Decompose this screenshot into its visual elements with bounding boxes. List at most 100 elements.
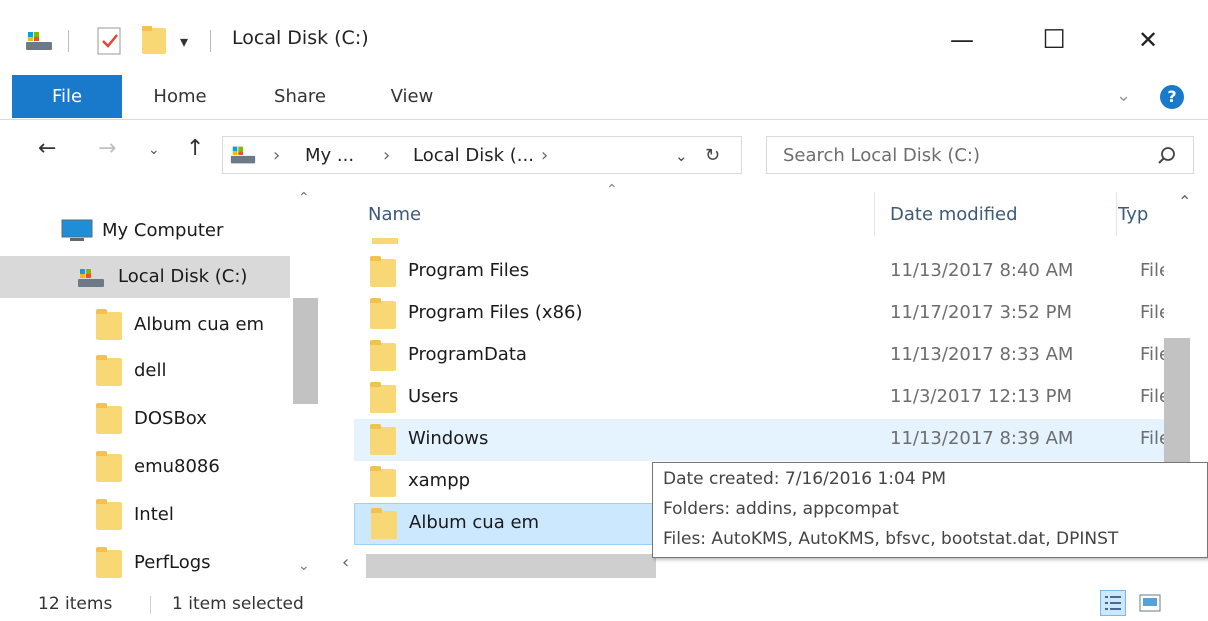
scroll-up-icon[interactable]: ⌃: [1178, 192, 1191, 211]
drive-icon[interactable]: [24, 30, 54, 52]
drive-icon: [229, 144, 257, 166]
details-view-icon[interactable]: [1100, 590, 1126, 616]
back-arrow-icon[interactable]: ←: [38, 136, 56, 161]
list-item-selected[interactable]: Album cua em: [354, 503, 654, 545]
tree-item-label: Intel: [134, 504, 174, 525]
help-icon[interactable]: ?: [1160, 85, 1184, 109]
vertical-scrollbar-thumb[interactable]: [1164, 338, 1190, 468]
folder-icon: [96, 403, 122, 434]
list-item[interactable]: ProgramData 11/13/2017 8:33 AM File: [354, 335, 1164, 377]
column-header-date-modified[interactable]: Date modified: [890, 204, 1018, 225]
chevron-down-icon[interactable]: ⌄: [1116, 85, 1131, 106]
tree-item-label: My Computer: [102, 220, 224, 241]
folder-icon: [96, 355, 122, 386]
column-divider: [1116, 192, 1117, 236]
file-date-modified: 11/17/2017 3:52 PM: [890, 302, 1072, 323]
column-header-name[interactable]: Name: [368, 204, 421, 225]
file-type: File: [1140, 344, 1164, 365]
status-bar: 12 items 1 item selected: [0, 586, 1208, 621]
window-title: Local Disk (C:): [232, 27, 369, 49]
breadcrumb-local-disk[interactable]: Local Disk (...: [413, 145, 534, 166]
tree-item-folder[interactable]: PerfLogs: [0, 542, 290, 584]
folder-icon: [371, 508, 397, 539]
forward-arrow-icon[interactable]: →: [98, 136, 116, 161]
vertical-scrollbar-thumb[interactable]: [293, 298, 318, 404]
file-name: Users: [408, 386, 459, 407]
list-item-hovered[interactable]: Windows 11/13/2017 8:39 AM File: [354, 419, 1164, 461]
folder-icon: [96, 547, 122, 578]
file-type: File: [1140, 302, 1164, 323]
list-item[interactable]: Users 11/3/2017 12:13 PM File: [354, 377, 1164, 419]
up-arrow-icon[interactable]: ↑: [186, 136, 204, 161]
scroll-left-icon[interactable]: ‹: [342, 552, 349, 573]
maximize-button[interactable]: ☐: [1024, 20, 1084, 60]
folder-icon: [96, 451, 122, 482]
tree-item-folder[interactable]: dell: [0, 350, 290, 392]
file-name: xampp: [408, 470, 471, 491]
tree-item-label: PerfLogs: [134, 552, 211, 573]
minimize-button[interactable]: —: [932, 20, 992, 60]
scroll-up-icon[interactable]: ⌃: [298, 190, 310, 206]
file-type: File: [1140, 428, 1164, 449]
column-header-type[interactable]: Typ: [1118, 204, 1152, 225]
tab-share[interactable]: Share: [258, 75, 342, 118]
tree-item-folder[interactable]: emu8086: [0, 446, 290, 488]
scroll-down-icon[interactable]: ⌄: [298, 558, 310, 574]
column-divider: [874, 192, 875, 236]
new-folder-icon[interactable]: [140, 24, 168, 56]
tree-item-local-disk[interactable]: Local Disk (C:): [0, 256, 290, 298]
tree-item-label: emu8086: [134, 456, 220, 477]
file-name: ProgramData: [408, 344, 527, 365]
tab-view[interactable]: View: [374, 75, 450, 118]
file-date-modified: 11/3/2017 12:13 PM: [890, 386, 1072, 407]
tree-item-label: DOSBox: [134, 408, 207, 429]
navigation-pane: My Computer Local Disk (C:) Album cua em…: [0, 186, 320, 586]
folder-icon: [372, 238, 398, 244]
status-divider: [150, 596, 151, 614]
list-item[interactable]: Program Files (x86) 11/17/2017 3:52 PM F…: [354, 293, 1164, 335]
file-date-modified: 11/13/2017 8:39 AM: [890, 428, 1074, 449]
customize-quick-access-icon[interactable]: ▾: [180, 32, 188, 51]
file-type: File: [1140, 260, 1164, 281]
breadcrumb-my-computer[interactable]: My ...: [305, 145, 354, 166]
file-name: Album cua em: [409, 512, 540, 533]
tree-item-label: Local Disk (C:): [118, 266, 248, 287]
tree-item-label: Album cua em: [134, 314, 265, 335]
file-name: Windows: [408, 428, 489, 449]
folder-icon: [370, 256, 396, 287]
search-placeholder: Search Local Disk (C:): [783, 145, 980, 166]
horizontal-scrollbar-thumb[interactable]: [366, 554, 656, 578]
folder-icon: [96, 309, 122, 340]
close-button[interactable]: ✕: [1118, 20, 1178, 60]
ribbon-tabs: File Home Share View ⌄ ?: [0, 75, 1208, 120]
address-dropdown-icon[interactable]: ⌄: [675, 147, 688, 165]
breadcrumb-separator-icon[interactable]: ›: [273, 145, 280, 166]
file-date-modified: 11/13/2017 8:33 AM: [890, 344, 1074, 365]
address-bar[interactable]: › My ... › Local Disk (... › ⌄ ↻: [222, 136, 742, 174]
tree-item-folder[interactable]: DOSBox: [0, 398, 290, 440]
breadcrumb-separator-icon[interactable]: ›: [541, 145, 548, 166]
tab-file[interactable]: File: [12, 75, 122, 118]
folder-icon: [96, 499, 122, 530]
recent-locations-icon[interactable]: ⌄: [148, 142, 160, 158]
tree-item-folder[interactable]: Album cua em: [0, 304, 290, 346]
search-icon[interactable]: [1157, 146, 1177, 170]
breadcrumb-separator-icon[interactable]: ›: [383, 145, 390, 166]
tooltip-folders: Folders: addins, appcompat: [663, 499, 899, 519]
tree-item-my-computer[interactable]: My Computer: [0, 210, 290, 252]
tooltip-files: Files: AutoKMS, AutoKMS, bfsvc, bootstat…: [663, 529, 1119, 549]
sort-ascending-icon: ⌃: [606, 182, 618, 198]
large-icons-view-icon[interactable]: [1138, 592, 1162, 614]
properties-icon[interactable]: [96, 26, 122, 56]
tooltip-date-created: Date created: 7/16/2016 1:04 PM: [663, 469, 946, 489]
refresh-icon[interactable]: ↻: [705, 145, 720, 166]
title-bar: ▾ Local Disk (C:) — ☐ ✕: [0, 0, 1208, 68]
list-item[interactable]: Program Files 11/13/2017 8:40 AM File: [354, 251, 1164, 293]
folder-icon: [370, 382, 396, 413]
tree-item-folder[interactable]: Intel: [0, 494, 290, 536]
folder-icon: [370, 340, 396, 371]
tab-home[interactable]: Home: [140, 75, 220, 118]
search-input[interactable]: Search Local Disk (C:): [766, 136, 1194, 174]
item-count: 12 items: [38, 594, 113, 614]
file-name: Program Files (x86): [408, 302, 583, 323]
